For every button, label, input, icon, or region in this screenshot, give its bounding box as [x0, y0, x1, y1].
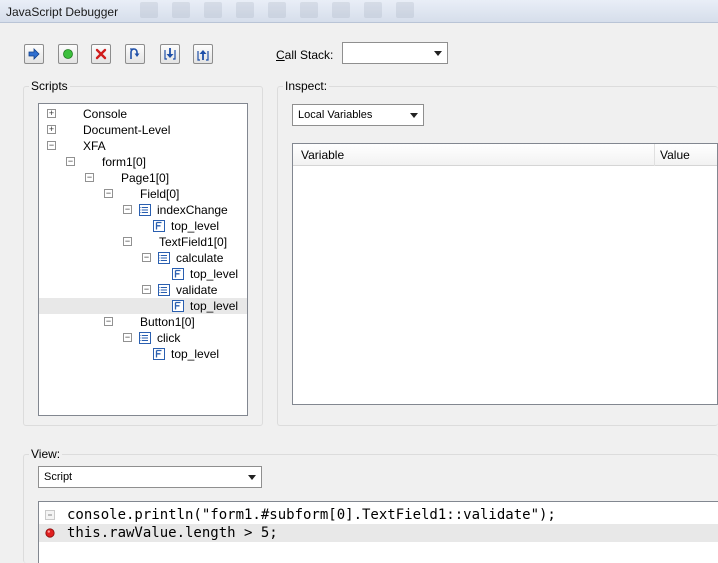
tree-item[interactable]: − Page1[0] — [39, 170, 247, 186]
column-header-variable[interactable]: Variable — [293, 144, 655, 166]
call-stack-label: Call Stack: — [276, 48, 334, 62]
tree-item-label: Document-Level — [83, 123, 171, 137]
tree-item[interactable]: + Document-Level — [39, 122, 247, 138]
collapse-icon[interactable]: − — [123, 333, 132, 342]
scripts-title: Scripts — [29, 79, 70, 93]
tree-item-label: Field[0] — [140, 187, 180, 201]
collapse-icon[interactable]: − — [142, 285, 151, 294]
chevron-down-icon — [405, 105, 423, 125]
tree-item-label: top_level — [171, 347, 220, 361]
tree-item-label: TextField1[0] — [159, 235, 228, 249]
code-line-text: this.rawValue.length > 5; — [67, 525, 278, 541]
collapse-icon[interactable]: − — [85, 173, 94, 182]
background-toolbar-ghost — [140, 2, 414, 18]
call-stack-dropdown[interactable] — [342, 42, 448, 64]
tree-item[interactable]: top_level — [39, 298, 247, 314]
tree-item-label: click — [157, 331, 181, 345]
breakpoint-icon[interactable] — [45, 528, 55, 538]
green-circle-icon — [63, 49, 73, 59]
collapse-icon[interactable]: − — [104, 189, 113, 198]
collapse-icon[interactable]: − — [142, 253, 151, 262]
script-file-icon — [153, 348, 165, 360]
tree-item-label: indexChange — [157, 203, 228, 217]
variables-list-header: Variable Value — [293, 144, 717, 166]
code-line[interactable]: console.println("form1.#subform[0].TextF… — [39, 506, 718, 524]
event-list-icon — [158, 252, 170, 264]
tree-item[interactable]: − indexChange — [39, 202, 247, 218]
expand-icon[interactable]: + — [47, 109, 56, 118]
tree-item[interactable]: − calculate — [39, 250, 247, 266]
continue-button[interactable] — [24, 44, 44, 64]
script-editor[interactable]: console.println("form1.#subform[0].TextF… — [38, 501, 718, 563]
variables-list[interactable]: Variable Value — [292, 143, 718, 405]
tree-item[interactable]: − XFA — [39, 138, 247, 154]
expand-icon[interactable]: + — [47, 125, 56, 134]
tree-item[interactable]: top_level — [39, 346, 247, 362]
view-dropdown[interactable]: Script — [38, 466, 262, 488]
tree-item[interactable]: − Field[0] — [39, 186, 247, 202]
tree-item-label: form1[0] — [102, 155, 147, 169]
step-over-button[interactable] — [125, 44, 145, 64]
tree-item[interactable]: − TextField1[0] — [39, 234, 247, 250]
stop-button[interactable] — [58, 44, 78, 64]
collapse-icon[interactable]: − — [104, 317, 113, 326]
title-bar: JavaScript Debugger — [0, 0, 718, 23]
step-over-icon — [130, 48, 140, 59]
chevron-down-icon — [243, 467, 261, 487]
collapse-icon[interactable]: − — [123, 205, 132, 214]
step-into-button[interactable] — [160, 44, 180, 64]
code-line-text: console.println("form1.#subform[0].TextF… — [67, 507, 556, 523]
tree-item-label: top_level — [171, 219, 220, 233]
event-list-icon — [139, 332, 151, 344]
close-button[interactable] — [91, 44, 111, 64]
collapse-icon[interactable]: − — [66, 157, 75, 166]
column-header-value[interactable]: Value — [655, 144, 718, 166]
collapse-icon[interactable]: − — [47, 141, 56, 150]
tree-item-label: Console — [83, 107, 128, 121]
code-line-current[interactable]: this.rawValue.length > 5; — [39, 524, 718, 542]
scripts-tree[interactable]: + Console + Document-Level − XFA − form1[0] − Pag… — [38, 103, 248, 416]
step-out-button[interactable] — [193, 44, 213, 64]
view-title: View: — [29, 447, 63, 461]
event-list-icon — [139, 204, 151, 216]
arrow-right-icon — [28, 48, 40, 60]
script-file-icon — [153, 220, 165, 232]
tree-item[interactable]: − form1[0] — [39, 154, 247, 170]
tree-item-label: top_level — [190, 299, 239, 313]
tree-item[interactable]: + Console — [39, 106, 247, 122]
tree-item-label: XFA — [83, 139, 106, 153]
step-out-icon — [197, 50, 209, 61]
step-into-icon — [164, 48, 176, 60]
window-title: JavaScript Debugger — [6, 5, 119, 19]
script-file-icon — [172, 300, 184, 312]
tree-item[interactable]: − validate — [39, 282, 247, 298]
tree-item[interactable]: top_level — [39, 266, 247, 282]
tree-item-label: top_level — [190, 267, 239, 281]
inspect-dropdown[interactable]: Local Variables — [292, 104, 424, 126]
tree-item-label: Page1[0] — [121, 171, 170, 185]
chevron-down-icon — [429, 43, 447, 63]
tree-item[interactable]: top_level — [39, 218, 247, 234]
tree-item[interactable]: − Button1[0] — [39, 314, 247, 330]
line-marker-dash-icon — [45, 510, 55, 520]
red-x-icon — [95, 48, 107, 60]
collapse-icon[interactable]: − — [123, 237, 132, 246]
tree-item-label: calculate — [176, 251, 224, 265]
event-list-icon — [158, 284, 170, 296]
tree-item[interactable]: − click — [39, 330, 247, 346]
inspect-title: Inspect: — [283, 79, 330, 93]
tree-item-label: validate — [176, 283, 218, 297]
script-file-icon — [172, 268, 184, 280]
tree-item-label: Button1[0] — [140, 315, 195, 329]
